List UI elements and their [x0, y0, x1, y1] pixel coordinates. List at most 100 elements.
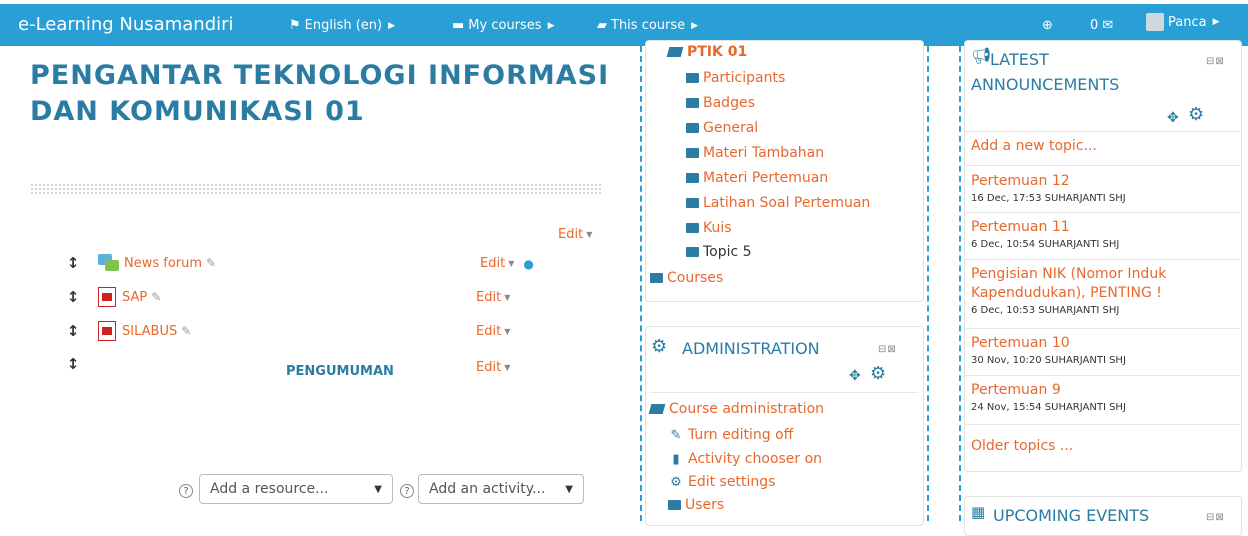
pencil-icon: ✎: [670, 427, 682, 443]
forum-icon: [98, 254, 120, 272]
nav-item-materi-tambahan[interactable]: Materi Tambahan: [686, 145, 824, 161]
nav-item-label: Materi Pertemuan: [703, 170, 829, 186]
edit-title-icon[interactable]: ✎: [181, 324, 191, 338]
column-divider: [640, 46, 642, 521]
activity-link[interactable]: News forum: [124, 256, 202, 271]
edit-label: Edit: [476, 290, 502, 305]
add-resource-select[interactable]: Add a resource... ▼: [199, 474, 393, 504]
announcement-link[interactable]: Pertemuan 9: [971, 381, 1236, 400]
older-topics-link[interactable]: Older topics ...: [971, 438, 1073, 454]
caret-down-icon: ▼: [504, 363, 511, 372]
block-actions-gear-icon[interactable]: ⚙: [1188, 104, 1204, 125]
notifications-button[interactable]: ⊕: [1042, 18, 1053, 33]
add-resource-label: Add a resource...: [210, 481, 329, 497]
announcement-link[interactable]: Pertemuan 11: [971, 218, 1236, 237]
folder-open-icon: [648, 404, 666, 414]
nav-item-kuis[interactable]: Kuis: [686, 220, 732, 236]
site-brand[interactable]: e-Learning Nusamandiri: [18, 14, 234, 35]
pdf-icon: [98, 287, 116, 307]
this-course-menu[interactable]: ▰ This course ▶: [597, 18, 698, 33]
groups-icon[interactable]: ●: [523, 257, 533, 271]
column-divider: [927, 46, 929, 521]
admin-label: Turn editing off: [688, 427, 794, 443]
announcement-link[interactable]: Pertemuan 10: [971, 334, 1236, 353]
gears-icon: ⚙: [670, 474, 682, 490]
nav-item-label: Badges: [703, 95, 755, 111]
block-actions-gear-icon[interactable]: ⚙: [870, 363, 886, 384]
divider: [965, 375, 1240, 376]
divider: [965, 165, 1240, 166]
move-block-icon[interactable]: ✥: [1167, 110, 1179, 126]
announcement-link[interactable]: Pengisian NIK (Nomor Induk Kapendudukan)…: [971, 265, 1236, 303]
my-courses-menu[interactable]: ▬ My courses ▶: [452, 18, 555, 33]
nav-item-courses[interactable]: Courses: [650, 270, 723, 286]
announcement-meta: 16 Dec, 17:53 SUHARJANTI SHJ: [971, 193, 1126, 204]
section-edit-menu[interactable]: Edit ▼: [558, 227, 592, 242]
announcement-meta: 6 Dec, 10:53 SUHARJANTI SHJ: [971, 305, 1120, 316]
user-name: Panca: [1168, 14, 1207, 30]
help-icon[interactable]: ?: [179, 484, 193, 498]
add-topic-link[interactable]: Add a new topic...: [971, 138, 1097, 154]
edit-settings-link[interactable]: ⚙ Edit settings: [668, 474, 775, 490]
activity-edit-menu[interactable]: Edit ▼ ●: [480, 256, 534, 271]
folder-icon: [686, 148, 699, 158]
course-administration-node[interactable]: Course administration: [648, 401, 824, 417]
move-block-icon[interactable]: ✥: [849, 368, 861, 384]
block-dock-controls[interactable]: ⊟⊠: [1206, 512, 1225, 523]
add-activity-select[interactable]: Add an activity... ▼: [418, 474, 584, 504]
language-label: English (en): [304, 18, 383, 33]
announcement-meta: 6 Dec, 10:54 SUHARJANTI SHJ: [971, 239, 1120, 250]
block-title-line1: LATEST: [990, 50, 1049, 69]
announcement-meta: 30 Nov, 10:20 SUHARJANTI SHJ: [971, 355, 1126, 366]
nav-item-participants[interactable]: Participants: [686, 70, 785, 86]
calendar-icon: ▦: [971, 503, 986, 521]
users-node[interactable]: Users: [668, 497, 724, 513]
caret-right-icon: ▶: [1212, 17, 1220, 27]
help-icon[interactable]: ?: [400, 484, 414, 498]
user-menu[interactable]: Panca ▶: [1146, 13, 1220, 31]
activity-edit-menu[interactable]: Edit ▼: [476, 324, 510, 339]
admin-label: Activity chooser on: [688, 451, 823, 467]
turn-editing-off-link[interactable]: ✎ Turn editing off: [668, 427, 794, 443]
activity-link[interactable]: SILABUS: [122, 324, 177, 339]
edit-title-icon[interactable]: ✎: [151, 290, 161, 304]
edit-label: Edit: [558, 227, 584, 242]
announcement-item: Pertemuan 11 6 Dec, 10:54 SUHARJANTI SHJ: [971, 218, 1236, 250]
messages-button[interactable]: 0 ✉: [1090, 18, 1113, 33]
activity-chooser-link[interactable]: ▮ Activity chooser on: [668, 451, 822, 467]
caret-down-icon: ▼: [504, 293, 511, 302]
move-icon[interactable]: ↕: [66, 322, 80, 340]
nav-item-latihan-soal[interactable]: Latihan Soal Pertemuan: [686, 195, 870, 211]
caret-right-icon: ▶: [547, 20, 555, 31]
activity-link[interactable]: SAP: [122, 290, 147, 305]
move-icon[interactable]: ↕: [66, 288, 80, 306]
folder-icon: [686, 73, 699, 83]
gears-icon: ⚙: [651, 336, 668, 357]
move-icon[interactable]: ↕: [66, 254, 80, 272]
block-dock-controls[interactable]: ⊟⊠: [878, 344, 897, 355]
announcement-item: Pertemuan 10 30 Nov, 10:20 SUHARJANTI SH…: [971, 334, 1236, 366]
edit-label: Edit: [476, 360, 502, 375]
block-dock-controls[interactable]: ⊟⊠: [1206, 56, 1225, 67]
move-icon[interactable]: ↕: [66, 355, 80, 373]
nav-item-general[interactable]: General: [686, 120, 758, 136]
language-menu[interactable]: ⚑ English (en) ▶: [289, 18, 395, 33]
help-circle-icon: ⊕: [1042, 18, 1053, 33]
activity-row: ↕ SAP ✎: [66, 287, 161, 307]
folder-icon: [686, 223, 699, 233]
nav-item-badges[interactable]: Badges: [686, 95, 755, 111]
nav-item-label: Latihan Soal Pertemuan: [703, 195, 871, 211]
nav-item-label: Kuis: [703, 220, 732, 236]
briefcase-icon: ▬: [452, 18, 465, 33]
nav-item-topic-5[interactable]: Topic 5: [686, 244, 752, 260]
edit-title-icon[interactable]: ✎: [206, 256, 216, 270]
nav-item-materi-pertemuan[interactable]: Materi Pertemuan: [686, 170, 828, 186]
activity-edit-menu[interactable]: Edit ▼: [476, 290, 510, 305]
avatar: [1146, 13, 1164, 31]
current-course-node[interactable]: PTIK 01: [666, 44, 747, 60]
announcement-link[interactable]: Pertemuan 12: [971, 172, 1236, 191]
book-icon: ▰: [597, 18, 607, 33]
label-edit-menu[interactable]: Edit ▼: [476, 360, 510, 375]
envelope-icon: ✉: [1102, 18, 1114, 33]
caret-right-icon: ▶: [691, 20, 699, 31]
